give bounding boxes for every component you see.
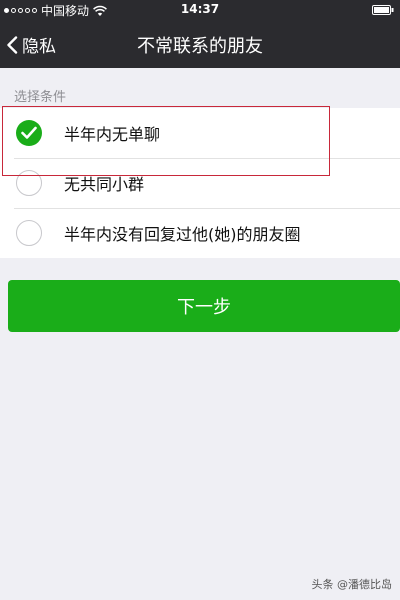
option-no-moments-reply[interactable]: 半年内没有回复过他(她)的朋友圈 (0, 208, 400, 258)
nav-bar: 隐私 不常联系的朋友 (0, 20, 400, 68)
battery-icon (372, 5, 394, 15)
option-no-common-group[interactable]: 无共同小群 (0, 158, 400, 208)
checkmark-icon[interactable] (16, 120, 42, 146)
page-title: 不常联系的朋友 (137, 36, 263, 57)
status-time: 14:37 (180, 2, 220, 16)
screen: 中国移动 14:37 隐私 不常联系的朋友 选择条件 半年内无单聊 无共同小群 … (0, 0, 400, 600)
next-button[interactable]: 下一步 (8, 280, 400, 332)
option-label: 无共同小群 (64, 175, 145, 194)
watermark: 头条 @潘德比岛 (311, 578, 393, 591)
radio-circle-icon[interactable] (16, 170, 42, 196)
option-no-private-chat[interactable]: 半年内无单聊 (0, 108, 400, 158)
section-label: 选择条件 (14, 90, 67, 105)
options-list: 半年内无单聊 无共同小群 半年内没有回复过他(她)的朋友圈 (0, 108, 400, 258)
option-label: 半年内没有回复过他(她)的朋友圈 (64, 225, 301, 244)
option-label: 半年内无单聊 (64, 125, 161, 144)
radio-circle-icon[interactable] (16, 220, 42, 246)
status-bar: 中国移动 14:37 (0, 0, 400, 20)
